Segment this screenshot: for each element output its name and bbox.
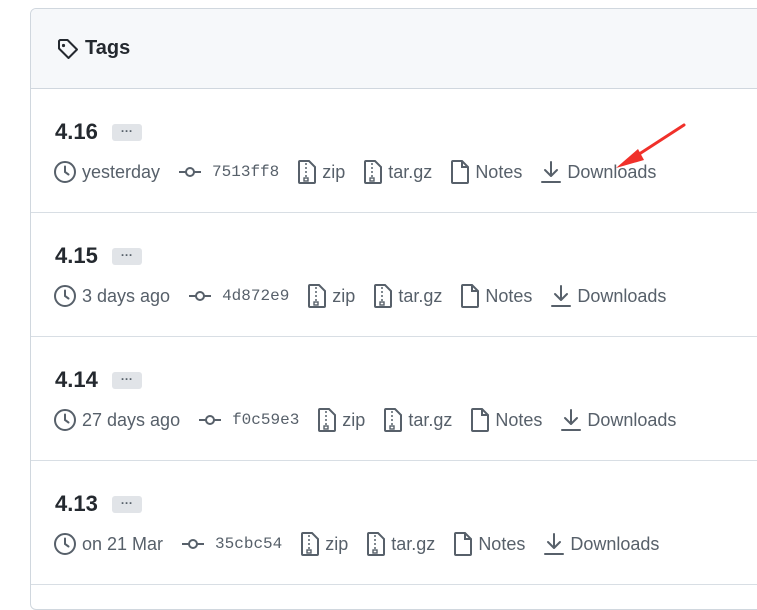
tag-date: 27 days ago — [53, 408, 180, 432]
commit-sha[interactable]: f0c59e3 — [232, 411, 299, 429]
zip-label[interactable]: zip — [342, 410, 365, 431]
commit-link[interactable]: f0c59e3 — [198, 408, 299, 432]
notes-link[interactable]: Notes — [460, 284, 532, 308]
file-zip-icon — [374, 284, 393, 308]
tag-name-link[interactable]: 4.14 — [55, 367, 98, 393]
tag-date-text: 27 days ago — [82, 409, 181, 430]
tags-header: Tags — [31, 9, 757, 89]
commit-link[interactable]: 4d872e9 — [188, 284, 289, 308]
tag-row: 4.15 ··· 3 days ago 4d872e9 zip tar.gz N… — [31, 213, 757, 337]
commit-icon — [199, 415, 222, 425]
tags-box: Tags 4.16 ··· yesterday 7513ff8 zip tar.… — [30, 8, 757, 610]
downloads-label[interactable]: Downloads — [570, 534, 659, 555]
downloads-label[interactable]: Downloads — [577, 286, 666, 307]
targz-label[interactable]: tar.gz — [388, 162, 432, 183]
targz-label[interactable]: tar.gz — [398, 286, 442, 307]
notes-label[interactable]: Notes — [495, 410, 542, 431]
downloads-label[interactable]: Downloads — [587, 410, 676, 431]
expand-ellipsis-button[interactable]: ··· — [111, 247, 142, 265]
download-icon — [544, 533, 565, 555]
commit-sha[interactable]: 4d872e9 — [222, 287, 289, 305]
file-icon — [461, 284, 480, 308]
tag-row: 4.13 ··· on 21 Mar 35cbc54 zip tar.gz No… — [31, 461, 757, 585]
commit-icon — [179, 167, 202, 177]
file-zip-icon — [308, 284, 327, 308]
expand-ellipsis-button[interactable]: ··· — [111, 123, 142, 141]
targz-download-link[interactable]: tar.gz — [373, 284, 442, 308]
targz-label[interactable]: tar.gz — [408, 410, 452, 431]
clock-icon — [54, 285, 76, 307]
commit-sha[interactable]: 7513ff8 — [212, 163, 279, 181]
tag-date-text: on 21 Mar — [82, 533, 164, 554]
tag-name-link[interactable]: 4.16 — [55, 119, 98, 145]
tag-date: yesterday — [53, 160, 160, 184]
download-icon — [561, 409, 582, 431]
commit-icon — [182, 539, 205, 549]
zip-label[interactable]: zip — [325, 534, 348, 555]
file-icon — [451, 160, 470, 184]
zip-download-link[interactable]: zip — [297, 160, 345, 184]
targz-download-link[interactable]: tar.gz — [366, 532, 435, 556]
downloads-link[interactable]: Downloads — [560, 408, 676, 432]
targz-label[interactable]: tar.gz — [391, 534, 435, 555]
tag-row: 4.14 ··· 27 days ago f0c59e3 zip tar.gz — [31, 337, 757, 461]
file-zip-icon — [298, 160, 317, 184]
clock-icon — [54, 409, 76, 431]
notes-link[interactable]: Notes — [470, 408, 542, 432]
notes-link[interactable]: Notes — [450, 160, 522, 184]
expand-ellipsis-button[interactable]: ··· — [111, 371, 142, 389]
file-zip-icon — [301, 532, 320, 556]
tag-date-text: 3 days ago — [82, 285, 171, 306]
downloads-link[interactable]: Downloads — [543, 532, 659, 556]
commit-link[interactable]: 35cbc54 — [181, 532, 282, 556]
file-zip-icon — [318, 408, 337, 432]
file-zip-icon — [384, 408, 403, 432]
file-zip-icon — [364, 160, 383, 184]
downloads-link[interactable]: Downloads — [550, 284, 666, 308]
clock-icon — [54, 161, 76, 183]
zip-label[interactable]: zip — [322, 162, 345, 183]
tag-date: on 21 Mar — [53, 532, 163, 556]
tag-icon — [58, 38, 78, 59]
notes-label[interactable]: Notes — [478, 534, 525, 555]
zip-label[interactable]: zip — [332, 286, 355, 307]
file-icon — [471, 408, 490, 432]
tag-name-link[interactable]: 4.13 — [55, 491, 98, 517]
expand-ellipsis-button[interactable]: ··· — [111, 495, 142, 513]
zip-download-link[interactable]: zip — [317, 408, 365, 432]
downloads-link[interactable]: Downloads — [540, 160, 656, 184]
file-zip-icon — [367, 532, 386, 556]
notes-label[interactable]: Notes — [475, 162, 522, 183]
commit-sha[interactable]: 35cbc54 — [215, 535, 282, 553]
targz-download-link[interactable]: tar.gz — [363, 160, 432, 184]
tag-date: 3 days ago — [53, 284, 170, 308]
download-icon — [551, 285, 572, 307]
commit-icon — [189, 291, 212, 301]
download-icon — [541, 161, 562, 183]
tag-name-link[interactable]: 4.15 — [55, 243, 98, 269]
tag-row: 4.16 ··· yesterday 7513ff8 zip tar.gz No… — [31, 89, 757, 213]
zip-download-link[interactable]: zip — [307, 284, 355, 308]
targz-download-link[interactable]: tar.gz — [383, 408, 452, 432]
commit-link[interactable]: 7513ff8 — [178, 160, 279, 184]
tag-date-text: yesterday — [82, 161, 161, 182]
notes-link[interactable]: Notes — [453, 532, 525, 556]
notes-label[interactable]: Notes — [485, 286, 532, 307]
zip-download-link[interactable]: zip — [300, 532, 348, 556]
downloads-label[interactable]: Downloads — [567, 162, 656, 183]
page-title: Tags — [85, 37, 131, 59]
file-icon — [454, 532, 473, 556]
clock-icon — [54, 533, 76, 555]
